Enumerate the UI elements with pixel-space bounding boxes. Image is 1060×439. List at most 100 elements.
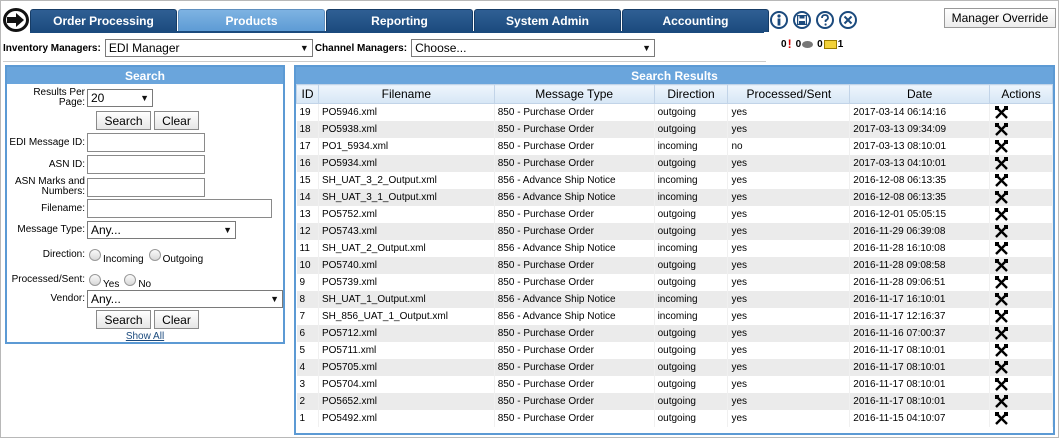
cell-actions xyxy=(989,375,1053,393)
cell-message-type: 856 - Advance Ship Notice xyxy=(494,171,655,189)
table-row[interactable]: 5 PO5711.xml 850 - Purchase Order outgoing y… xyxy=(296,341,1053,359)
table-row[interactable]: 18 PO5938.xml 850 - Purchase Order outgoing… xyxy=(296,120,1053,138)
table-row[interactable]: 15 SH_UAT_3_2_Output.xml 856 - Advance Shi… xyxy=(296,171,1053,189)
col-header-message-type[interactable]: Message Type xyxy=(493,84,655,104)
cell-date: 2016-11-28 09:08:58 xyxy=(849,256,991,274)
alert-icon[interactable]: ! xyxy=(788,37,792,51)
app-logo xyxy=(3,8,29,32)
cell-direction: outgoing xyxy=(654,103,729,121)
cell-message-type: 856 - Advance Ship Notice xyxy=(494,307,655,325)
results-per-page-select[interactable]: 20 ▼ xyxy=(87,89,153,107)
filename-input[interactable] xyxy=(87,199,272,218)
table-row[interactable]: 17 PO1_5934.xml 850 - Purchase Order incomi… xyxy=(296,137,1053,155)
tools-icon[interactable] xyxy=(995,394,1009,408)
tools-icon[interactable] xyxy=(995,173,1009,187)
tools-icon[interactable] xyxy=(995,326,1009,340)
cell-id: 19 xyxy=(296,103,319,121)
tools-icon[interactable] xyxy=(995,377,1009,391)
tools-icon[interactable] xyxy=(995,258,1009,272)
cell-date: 2016-11-17 08:10:01 xyxy=(849,358,991,376)
table-row[interactable]: 14 SH_UAT_3_1_Output.xml 856 - Advance Shi… xyxy=(296,188,1053,206)
cell-direction: incoming xyxy=(654,307,729,325)
table-row[interactable]: 7 SH_856_UAT_1_Output.xml 856 - Advance Sh… xyxy=(296,307,1053,325)
edi-message-id-label: EDI Message ID: xyxy=(9,136,85,148)
cell-direction: incoming xyxy=(654,239,729,257)
processed-label: Processed/Sent: xyxy=(11,273,85,285)
channel-managers-select[interactable]: Choose... ▼ xyxy=(411,39,656,57)
tools-icon[interactable] xyxy=(995,411,1009,425)
manager-override-button[interactable]: Manager Override xyxy=(944,8,1056,28)
table-row[interactable]: 13 PO5752.xml 850 - Purchase Order outgoing… xyxy=(296,205,1053,223)
table-row[interactable]: 16 PO5934.xml 850 - Purchase Order outgoing… xyxy=(296,154,1053,172)
vendor-select[interactable]: Any... ▼ xyxy=(87,290,283,308)
tools-icon[interactable] xyxy=(995,292,1009,306)
cell-filename: PO5743.xml xyxy=(318,222,495,240)
table-row[interactable]: 1 PO5492.xml 850 - Purchase Order outgoing y… xyxy=(296,409,1053,427)
cell-id: 10 xyxy=(296,256,319,274)
cell-message-type: 850 - Purchase Order xyxy=(494,137,655,155)
tools-icon[interactable] xyxy=(995,275,1009,289)
tools-icon[interactable] xyxy=(995,156,1009,170)
cell-date: 2016-11-17 08:10:01 xyxy=(849,341,991,359)
table-row[interactable]: 19 PO5946.xml 850 - Purchase Order outgoing… xyxy=(296,103,1053,121)
table-row[interactable]: 9 PO5739.xml 850 - Purchase Order outgoing y… xyxy=(296,273,1053,291)
col-header-filename[interactable]: Filename xyxy=(317,84,495,104)
processed-yes-radio[interactable] xyxy=(89,273,101,286)
tab-accounting[interactable]: Accounting xyxy=(622,9,769,32)
processed-no-radio[interactable] xyxy=(124,273,137,286)
table-row[interactable]: 4 PO5705.xml 850 - Purchase Order outgoing y… xyxy=(296,358,1053,376)
table-row[interactable]: 11 SH_UAT_2_Output.xml 856 - Advance Ship … xyxy=(296,239,1053,257)
asn-id-row: ASN ID: xyxy=(7,155,205,174)
filename-row: Filename: xyxy=(7,199,272,218)
tab-system-admin[interactable]: System Admin xyxy=(474,9,621,32)
show-all-link[interactable]: Show All xyxy=(7,331,283,342)
col-header-actions: Actions xyxy=(989,84,1053,104)
tools-icon[interactable] xyxy=(995,139,1009,153)
help-icon[interactable] xyxy=(816,11,834,29)
tab-order-processing[interactable]: Order Processing xyxy=(30,9,177,32)
edi-message-id-input[interactable] xyxy=(87,133,205,152)
tab-reporting[interactable]: Reporting xyxy=(326,9,473,32)
chat-icon[interactable] xyxy=(802,40,814,48)
table-row[interactable]: 3 PO5704.xml 850 - Purchase Order outgoing y… xyxy=(296,375,1053,393)
tools-icon[interactable] xyxy=(995,224,1009,238)
cell-filename: SH_UAT_3_1_Output.xml xyxy=(318,188,495,206)
asn-id-input[interactable] xyxy=(87,155,205,174)
table-row[interactable]: 12 PO5743.xml 850 - Purchase Order outgoing… xyxy=(296,222,1053,240)
table-row[interactable]: 6 PO5712.xml 850 - Purchase Order outgoing y… xyxy=(296,324,1053,342)
col-header-date[interactable]: Date xyxy=(849,84,991,104)
search-button-bottom[interactable]: Search xyxy=(96,310,151,329)
mail-icon[interactable] xyxy=(823,39,837,49)
tools-icon[interactable] xyxy=(995,360,1009,374)
tools-icon[interactable] xyxy=(995,105,1009,119)
direction-incoming-radio[interactable] xyxy=(89,248,101,261)
tab-products[interactable]: Products xyxy=(178,9,325,32)
col-header-direction[interactable]: Direction xyxy=(653,84,729,104)
tools-icon[interactable] xyxy=(995,122,1009,136)
info-icon[interactable] xyxy=(770,11,788,29)
message-type-select[interactable]: Any... ▼ xyxy=(87,221,236,239)
clear-button-bottom[interactable]: Clear xyxy=(154,310,199,329)
clear-button[interactable]: Clear xyxy=(154,111,199,130)
close-icon[interactable] xyxy=(839,11,857,29)
tools-icon[interactable] xyxy=(995,309,1009,323)
inventory-managers-select[interactable]: EDI Manager ▼ xyxy=(104,39,313,57)
direction-outgoing-radio[interactable] xyxy=(148,248,161,261)
tools-icon[interactable] xyxy=(995,190,1009,204)
search-button[interactable]: Search xyxy=(96,111,151,130)
table-row[interactable]: 10 PO5740.xml 850 - Purchase Order outgoing… xyxy=(296,256,1053,274)
cell-processed: yes xyxy=(727,103,851,121)
cell-filename: PO5938.xml xyxy=(318,120,495,138)
message-type-value: Any... xyxy=(91,223,121,237)
col-header-processed[interactable]: Processed/Sent xyxy=(727,84,851,104)
tools-icon[interactable] xyxy=(995,343,1009,357)
tools-icon[interactable] xyxy=(995,207,1009,221)
save-icon[interactable] xyxy=(793,11,811,29)
cell-date: 2016-11-17 12:16:37 xyxy=(849,307,991,325)
table-row[interactable]: 2 PO5652.xml 850 - Purchase Order outgoing y… xyxy=(296,392,1053,410)
cell-message-type: 850 - Purchase Order xyxy=(494,409,655,427)
asn-marks-input[interactable] xyxy=(87,177,205,197)
tools-icon[interactable] xyxy=(995,241,1009,255)
table-row[interactable]: 8 SH_UAT_1_Output.xml 856 - Advance Ship N… xyxy=(296,290,1053,308)
col-header-id[interactable]: ID xyxy=(296,84,319,104)
